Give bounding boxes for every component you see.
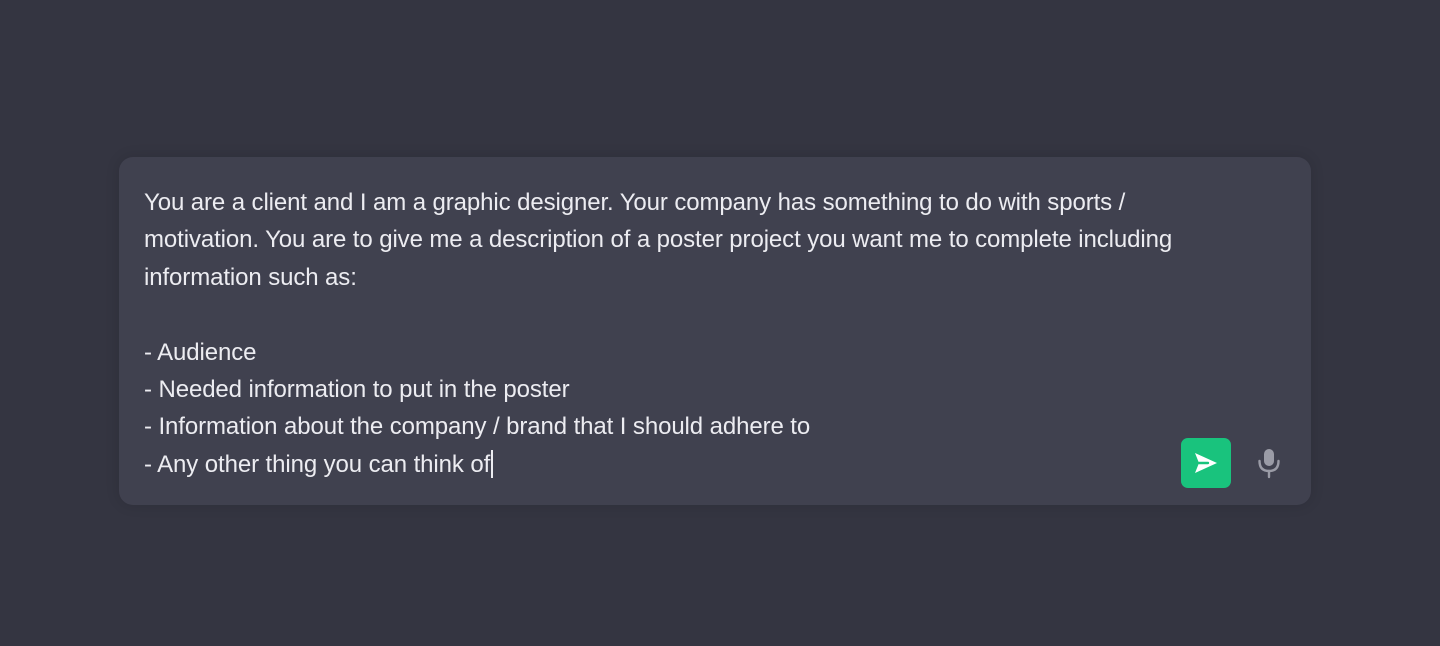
prompt-line: You are a client and I am a graphic desi… (144, 189, 1126, 216)
prompt-line (144, 296, 1204, 333)
microphone-button[interactable] (1248, 442, 1290, 484)
prompt-line-text: - Any other thing you can think of (144, 450, 491, 478)
microphone-icon (1258, 449, 1280, 479)
prompt-line: information such as: (144, 263, 357, 291)
prompt-textarea[interactable]: You are a client and I am a graphic desi… (144, 184, 1204, 483)
prompt-line: - Information about the company / brand … (144, 413, 811, 441)
prompt-line: - Audience (144, 338, 257, 366)
text-caret (491, 449, 494, 478)
prompt-line: - Needed information to put in the poste… (144, 376, 570, 404)
prompt-composer[interactable]: You are a client and I am a graphic desi… (119, 157, 1311, 505)
send-arrow-icon (1195, 453, 1217, 473)
send-button[interactable] (1181, 438, 1231, 488)
prompt-line-last: - Any other thing you can think of (144, 446, 1204, 483)
prompt-line: motivation. You are to give me a descrip… (144, 226, 1173, 254)
